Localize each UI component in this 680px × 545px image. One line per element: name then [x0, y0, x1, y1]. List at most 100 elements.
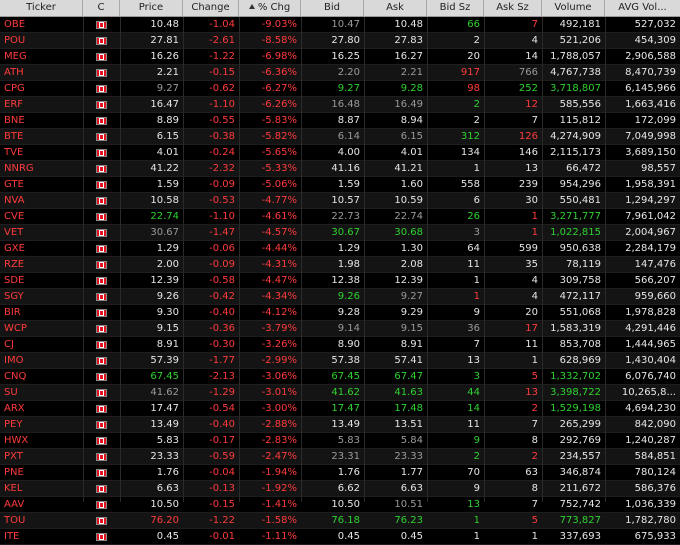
table-row[interactable]: OBE 10.48 -1.04 -9.03% 10.47 10.48 66 7 492,181 5…	[0, 17, 680, 33]
cell-price: 57.39	[150, 355, 179, 366]
col-bid-sz-header[interactable]: Bid Sz	[427, 0, 484, 16]
cell-bidsz: 7	[473, 339, 480, 350]
cell-price: 10.58	[150, 195, 179, 206]
table-row[interactable]: GXE 1.29 -0.06 -4.44% 1.29 1.30 64 599 950,638 2,…	[0, 241, 680, 257]
cell-change: -0.55	[209, 115, 235, 126]
cell-avgvol: 1,240,287	[625, 435, 676, 446]
col-price-header[interactable]: Price	[120, 0, 183, 16]
cell-bid: 0.45	[337, 531, 360, 542]
cell-ask: 41.63	[394, 387, 423, 398]
cell-ask: 23.33	[394, 451, 423, 462]
cell-ask: 57.41	[394, 355, 423, 366]
col-ask-header[interactable]: Ask	[364, 0, 427, 16]
table-row[interactable]: NVA 10.58 -0.53 -4.77% 10.57 10.59 6 30 550,481 1…	[0, 193, 680, 209]
table-row[interactable]: TVE 4.01 -0.24 -5.65% 4.00 4.01 134 146 2,115,17…	[0, 145, 680, 161]
table-row[interactable]: ARX 17.47 -0.54 -3.00% 17.47 17.48 14 2 1,529,19…	[0, 401, 680, 417]
table-row[interactable]: CJ 8.91 -0.30 -3.26% 8.90 8.91 7 11 853,708 1,444…	[0, 337, 680, 353]
cell-ask: 13.51	[394, 419, 423, 430]
cell-volume: 4,767,738	[550, 67, 601, 78]
table-row[interactable]: TOU 76.20 -1.22 -1.58% 76.18 76.23 1 5 773,827 1,…	[0, 513, 680, 529]
table-row[interactable]: POU 27.81 -2.61 -8.58% 27.80 27.83 2 4 521,206 45…	[0, 33, 680, 49]
table-row[interactable]: MEG 16.26 -1.22 -6.98% 16.25 16.27 20 14 1,788,0…	[0, 49, 680, 65]
cell-bidsz: 11	[467, 419, 480, 430]
cell-ticker: PNE	[4, 467, 24, 478]
column-divider	[542, 17, 543, 502]
table-row[interactable]: VET 30.67 -1.47 -4.57% 30.67 30.68 3 1 1,022,815…	[0, 225, 680, 241]
col-c-header[interactable]: C	[83, 0, 120, 16]
table-row[interactable]: SU 41.62 -1.29 -3.01% 41.62 41.63 44 13 3,398,72…	[0, 385, 680, 401]
table-row[interactable]: RZE 2.00 -0.09 -4.31% 1.98 2.08 11 35 78,119 147,…	[0, 257, 680, 273]
col-pct-chg-header[interactable]: % Chg	[239, 0, 301, 16]
canada-flag-icon	[96, 37, 107, 45]
cell-price: 9.30	[156, 307, 179, 318]
cell-asksz: 35	[525, 259, 538, 270]
cell-ask: 10.48	[394, 19, 423, 30]
table-row[interactable]: PXT 23.33 -0.59 -2.47% 23.31 23.33 2 2 234,557 58…	[0, 449, 680, 465]
table-row[interactable]: BTE 6.15 -0.38 -5.82% 6.14 6.15 312 126 4,274,90…	[0, 129, 680, 145]
table-row[interactable]: BNE 8.89 -0.55 -5.83% 8.87 8.94 2 7 115,812 172,0…	[0, 113, 680, 129]
cell-ask: 1.60	[400, 179, 423, 190]
cell-pct: -3.79%	[261, 323, 297, 334]
table-row[interactable]: IMO 57.39 -1.77 -2.99% 57.38 57.41 13 1 628,969 1…	[0, 353, 680, 369]
column-divider	[301, 17, 302, 502]
table-row[interactable]: PEY 13.49 -0.40 -2.88% 13.49 13.51 11 7 265,299 8…	[0, 417, 680, 433]
cell-price: 27.81	[150, 35, 179, 46]
cell-ticker: SDE	[4, 275, 25, 286]
cell-price: 13.49	[150, 419, 179, 430]
cell-volume: 492,181	[559, 19, 601, 30]
cell-bidsz: 14	[467, 403, 480, 414]
table-row[interactable]: BIR 9.30 -0.40 -4.12% 9.28 9.29 9 20 551,068 1,97…	[0, 305, 680, 321]
col-avg-vol-header[interactable]: AVG Vol...	[605, 0, 680, 16]
canada-flag-icon	[96, 309, 107, 317]
cell-ask: 1.77	[400, 467, 423, 478]
table-row[interactable]: NNRG 41.22 -2.32 -5.33% 41.16 41.21 1 13 66,472 9…	[0, 161, 680, 177]
cell-asksz: 8	[531, 435, 538, 446]
table-row[interactable]: PNE 1.76 -0.04 -1.94% 1.76 1.77 70 63 346,874 780…	[0, 465, 680, 481]
cell-bidsz: 3	[473, 371, 480, 382]
cell-change: -1.47	[209, 227, 235, 238]
col-volume-header[interactable]: Volume	[542, 0, 605, 16]
cell-bidsz: 1	[473, 291, 480, 302]
cell-avgvol: 7,049,998	[625, 131, 676, 142]
column-divider	[605, 17, 606, 502]
table-row[interactable]: CPG 9.27 -0.62 -6.27% 9.27 9.28 98 252 3,718,807…	[0, 81, 680, 97]
table-row[interactable]: SGY 9.26 -0.42 -4.34% 9.26 9.27 1 4 472,117 959,6…	[0, 289, 680, 305]
table-row[interactable]: ITE 0.45 -0.01 -1.11% 0.45 0.45 1 1 337,693 675,9…	[0, 529, 680, 545]
col-ask-sz-header[interactable]: Ask Sz	[484, 0, 542, 16]
table-row[interactable]: CNQ 67.45 -2.13 -3.06% 67.45 67.47 3 5 1,332,702…	[0, 369, 680, 385]
cell-bidsz: 6	[473, 195, 480, 206]
cell-volume: 550,481	[559, 195, 601, 206]
table-row[interactable]: KEL 6.63 -0.13 -1.92% 6.62 6.63 9 8 211,672 586,3…	[0, 481, 680, 497]
table-row[interactable]: HWX 5.83 -0.17 -2.83% 5.83 5.84 9 8 292,769 1,240…	[0, 433, 680, 449]
canada-flag-icon	[96, 293, 107, 301]
table-row[interactable]: SDE 12.39 -0.58 -4.47% 12.38 12.39 1 4 309,758 56…	[0, 273, 680, 289]
table-row[interactable]: CVE 22.74 -1.10 -4.61% 22.73 22.74 26 1 3,271,77…	[0, 209, 680, 225]
cell-volume: 4,274,909	[550, 131, 601, 142]
cell-volume: 585,556	[559, 99, 601, 110]
cell-asksz: 14	[525, 51, 538, 62]
cell-bid: 22.73	[331, 211, 360, 222]
cell-ticker: CNQ	[4, 371, 27, 382]
table-row[interactable]: WCP 9.15 -0.36 -3.79% 9.14 9.15 36 17 1,583,319 4…	[0, 321, 680, 337]
col-ticker-header[interactable]: Ticker	[0, 0, 83, 16]
cell-asksz: 252	[518, 83, 538, 94]
table-row[interactable]: AAV 10.50 -0.15 -1.41% 10.50 10.51 13 7 752,742 1…	[0, 497, 680, 513]
cell-ask: 2.08	[400, 259, 423, 270]
cell-bidsz: 13	[467, 499, 480, 510]
cell-price: 41.22	[150, 163, 179, 174]
cell-change: -1.22	[209, 51, 235, 62]
col-change-header[interactable]: Change	[183, 0, 239, 16]
sort-ascending-icon	[248, 4, 255, 9]
cell-asksz: 4	[531, 275, 538, 286]
cell-avgvol: 2,906,588	[625, 51, 676, 62]
cell-price: 2.00	[156, 259, 179, 270]
col-pct-chg-label: % Chg	[257, 2, 291, 13]
col-bid-header[interactable]: Bid	[301, 0, 364, 16]
cell-volume: 551,068	[559, 307, 601, 318]
table-row[interactable]: GTE 1.59 -0.09 -5.06% 1.59 1.60 558 239 954,296 1…	[0, 177, 680, 193]
canada-flag-icon	[96, 421, 107, 429]
cell-pct: -5.65%	[261, 147, 297, 158]
cell-pct: -6.36%	[261, 67, 297, 78]
table-row[interactable]: ERF 16.47 -1.10 -6.26% 16.48 16.49 2 12 585,556 1…	[0, 97, 680, 113]
table-row[interactable]: ATH 2.21 -0.15 -6.36% 2.20 2.21 917 766 4,767,73…	[0, 65, 680, 81]
